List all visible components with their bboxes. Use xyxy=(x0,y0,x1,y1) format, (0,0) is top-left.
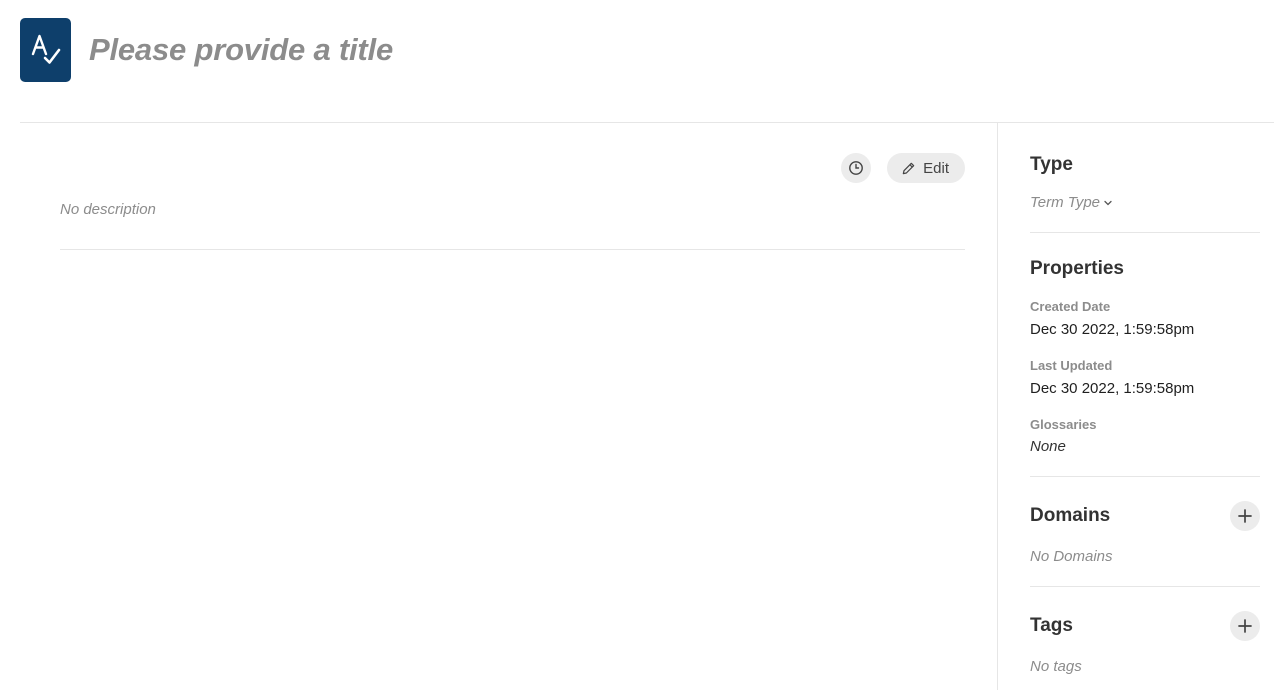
tags-section-title: Tags xyxy=(1030,615,1073,636)
plus-icon xyxy=(1238,509,1252,523)
term-type-dropdown[interactable]: Term Type xyxy=(1030,194,1113,211)
add-tag-button[interactable] xyxy=(1230,611,1260,641)
term-type-label: Term Type xyxy=(1030,194,1101,211)
description-divider xyxy=(60,249,965,250)
sidebar-divider xyxy=(997,123,998,690)
properties-section-title: Properties xyxy=(1030,258,1124,279)
history-button[interactable] xyxy=(841,153,872,183)
glossary-term-icon xyxy=(20,18,71,82)
section-divider xyxy=(1030,232,1260,233)
tags-empty-text: No tags xyxy=(1030,658,1082,675)
type-section-title: Type xyxy=(1030,154,1073,175)
domains-section-title: Domains xyxy=(1030,505,1111,526)
section-divider xyxy=(1030,476,1260,477)
page-title[interactable]: Please provide a title xyxy=(89,32,393,68)
last-updated-label: Last Updated xyxy=(1030,358,1113,373)
domains-empty-text: No Domains xyxy=(1030,548,1113,565)
clock-icon xyxy=(849,161,864,175)
add-domain-button[interactable] xyxy=(1230,501,1260,531)
last-updated-value: Dec 30 2022, 1:59:58pm xyxy=(1030,380,1195,397)
created-date-value: Dec 30 2022, 1:59:58pm xyxy=(1030,321,1195,338)
description-text: No description xyxy=(60,201,156,218)
glossaries-label: Glossaries xyxy=(1030,417,1097,432)
documentation-toolbar: Edit xyxy=(841,153,965,183)
glossaries-value: None xyxy=(1030,438,1066,455)
section-divider xyxy=(1030,586,1260,587)
edit-button-label: Edit xyxy=(923,159,949,177)
edit-button[interactable]: Edit xyxy=(887,153,965,183)
plus-icon xyxy=(1238,619,1252,633)
created-date-label: Created Date xyxy=(1030,299,1111,314)
pencil-icon xyxy=(902,162,915,174)
chevron-down-icon xyxy=(1104,200,1112,205)
header-divider xyxy=(20,122,1274,123)
page-header: Please provide a title xyxy=(20,18,393,82)
